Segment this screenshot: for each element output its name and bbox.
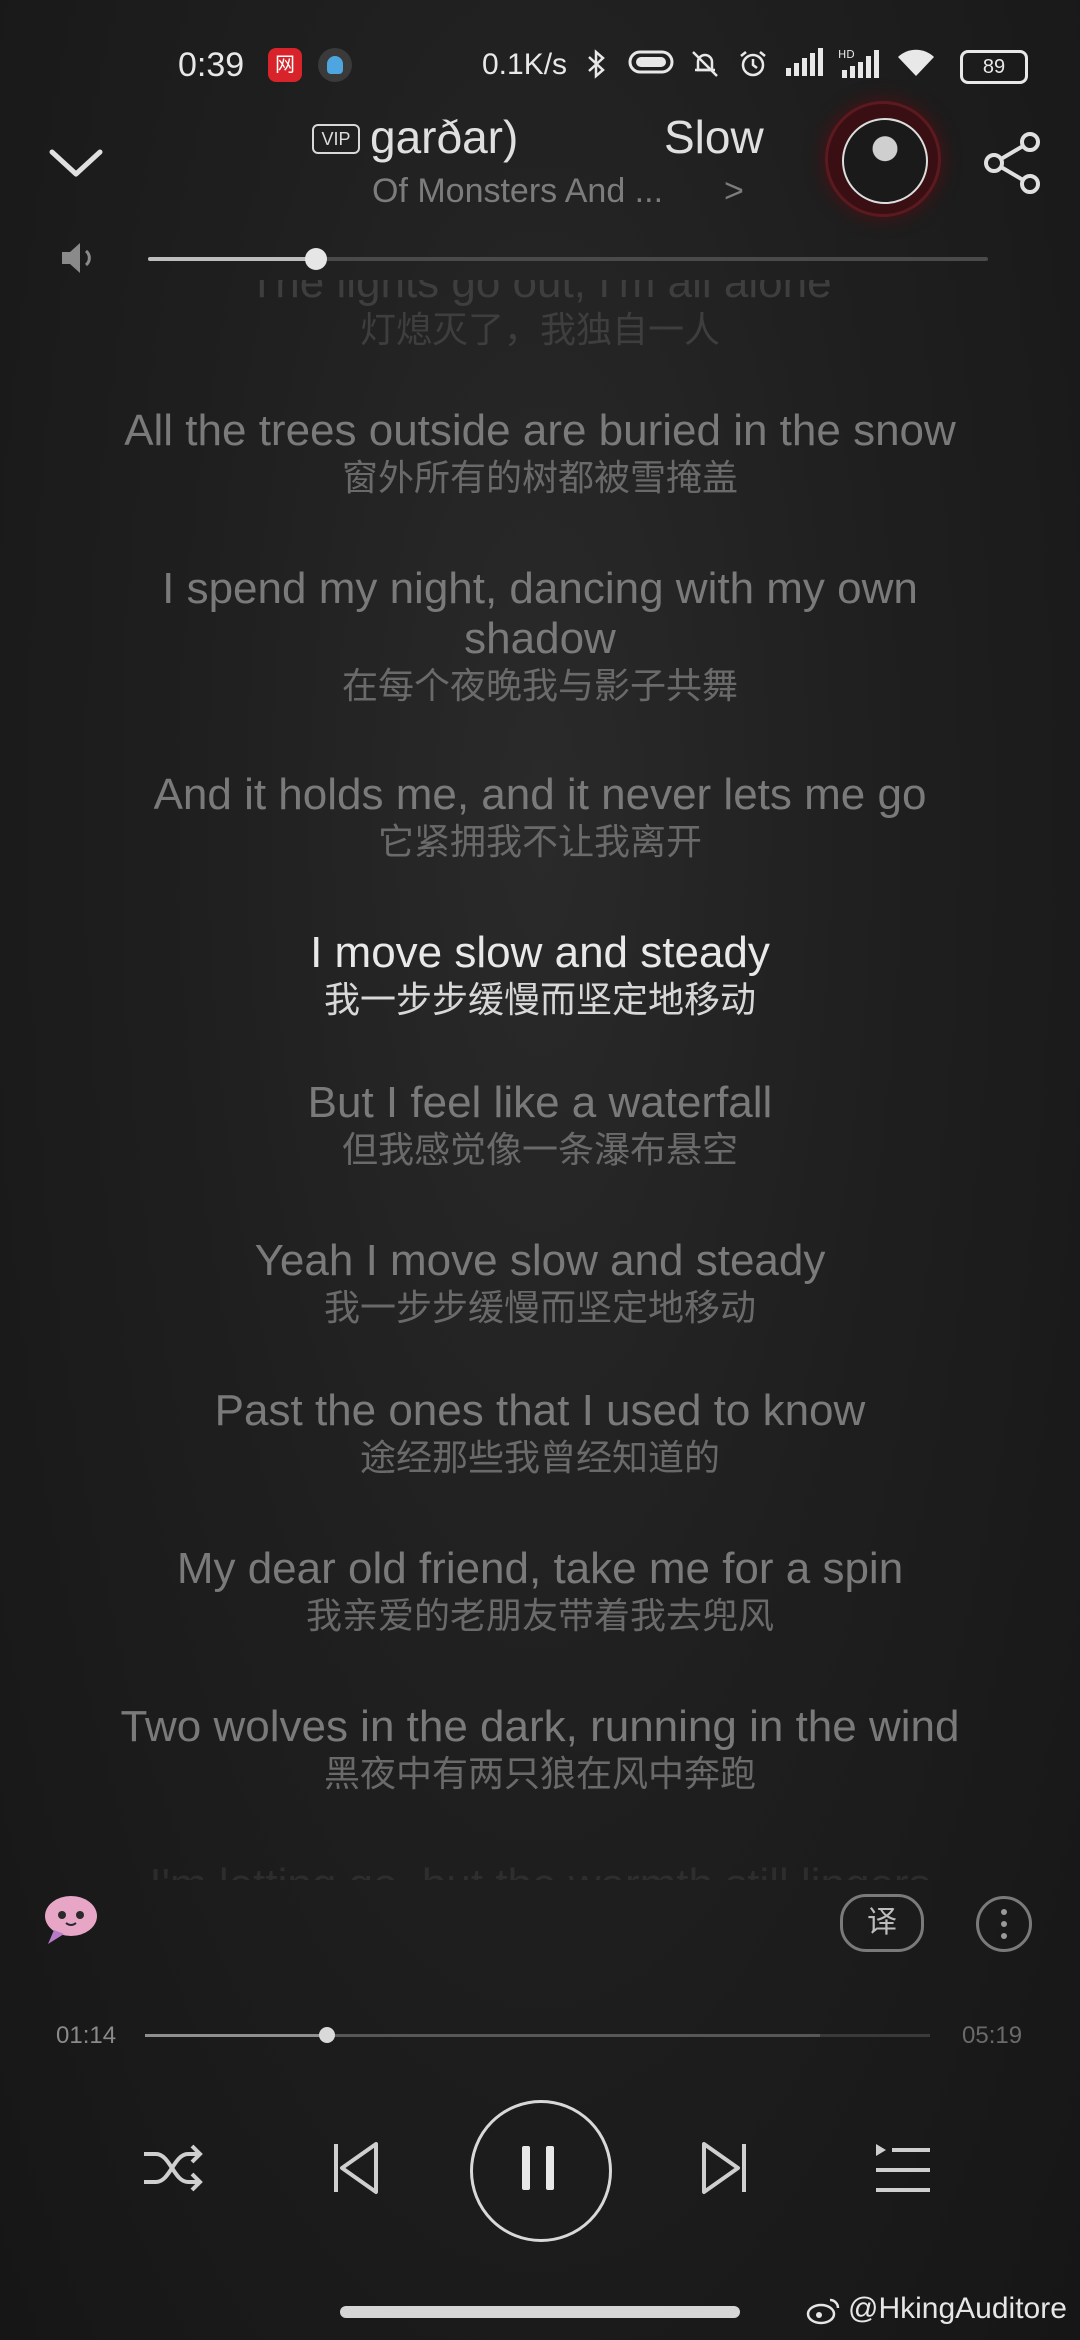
lyric-line[interactable]: Yeah I move slow and steady 我一步步缓慢而坚定地移动 [0, 1236, 1080, 1330]
vip-badge: VIP [312, 124, 360, 154]
lyric-zh: 在每个夜晚我与影子共舞 [341, 665, 738, 706]
home-indicator[interactable] [340, 2306, 740, 2318]
lyric-line[interactable]: I spend my night, dancing with my own sh… [0, 564, 1080, 708]
lyric-line[interactable]: My dear old friend, take me for a spin 我… [0, 1544, 1080, 1638]
status-icons: HD [580, 48, 936, 82]
player-screen: 0:39 网 0.1K/s HD 89 VIP garðar) Slow Of … [0, 0, 1080, 2340]
player-header: VIP garðar) Slow Of Monsters And ... > [0, 100, 1080, 220]
wifi-icon [896, 48, 936, 82]
signal-hd-icon: HD [838, 48, 882, 82]
lyric-en: Past the ones that I used to know [214, 1386, 866, 1435]
progress-slider[interactable] [145, 2027, 930, 2043]
more-dot-icon [1001, 1933, 1007, 1939]
lyric-en: My dear old friend, take me for a spin [176, 1544, 904, 1593]
watermark-text: @HkingAuditore [848, 2292, 1067, 2325]
lyric-zh: 黑夜中有两只狼在风中奔跑 [323, 1753, 756, 1794]
chevron-right-icon: > [724, 172, 744, 210]
lyric-en: All the trees outside are buried in the … [124, 406, 956, 455]
playback-progress: 01:14 05:19 [0, 2010, 1080, 2060]
collapse-button[interactable] [40, 126, 112, 198]
lyric-en: I'm letting go, but the warmth still lin… [0, 1860, 1080, 1880]
pause-icon [522, 2146, 554, 2190]
lyric-line[interactable]: But I feel like a waterfall 但我感觉像一条瀑布悬空 [0, 1078, 1080, 1172]
mascot-icon[interactable] [40, 1890, 102, 1948]
artist-avatar-button[interactable] [828, 104, 938, 214]
playlist-button[interactable] [872, 2142, 934, 2196]
shuffle-icon [144, 2144, 203, 2192]
silent-bell-icon [688, 48, 722, 82]
lyric-line[interactable]: And it holds me, and it never lets me go… [0, 770, 1080, 864]
next-button[interactable] [700, 2140, 750, 2196]
avatar [842, 118, 928, 204]
lyric-zh: 灯熄灭了，我独自一人 [359, 309, 720, 350]
lyric-line[interactable]: I'm letting go, but the warmth still lin… [0, 1860, 1080, 1880]
toggle-icon [628, 48, 674, 82]
lyric-zh: 我亲爱的老朋友带着我去兜风 [305, 1595, 774, 1636]
artist-name-link[interactable]: Of Monsters And ... [372, 172, 663, 211]
volume-knob[interactable] [305, 248, 327, 270]
speaker-icon[interactable] [58, 238, 102, 278]
bluetooth-icon [580, 48, 614, 82]
volume-slider[interactable] [148, 248, 988, 270]
netease-app-icon: 网 [268, 48, 302, 82]
progress-knob[interactable] [319, 2027, 336, 2043]
status-time: 0:39 [178, 46, 245, 84]
progress-fill [145, 2034, 328, 2037]
translate-button[interactable]: 译 [840, 1894, 924, 1952]
lyric-en: Two wolves in the dark, running in the w… [120, 1702, 960, 1751]
lyric-en: I spend my night, dancing with my own [162, 564, 918, 613]
more-dot-icon [1001, 1909, 1007, 1915]
skip-next-icon [702, 2142, 746, 2194]
lyric-zh: 但我感觉像一条瀑布悬空 [341, 1129, 738, 1170]
status-bar: 0:39 网 0.1K/s HD 89 [0, 40, 1080, 100]
lyric-zh: 它紧拥我不让我离开 [377, 821, 702, 862]
chevron-down-icon [49, 149, 103, 177]
lyric-zh: 我一步步缓慢而坚定地移动 [323, 1287, 756, 1328]
lyric-en: I move slow and steady [310, 928, 770, 977]
more-options-button[interactable] [976, 1896, 1032, 1952]
alarm-icon [736, 48, 770, 82]
battery-indicator: 89 [960, 50, 1028, 84]
svg-text:HD: HD [838, 48, 855, 61]
previous-button[interactable] [330, 2140, 380, 2196]
more-dot-icon [1001, 1921, 1007, 1927]
lyric-en: And it holds me, and it never lets me go [153, 770, 927, 819]
lyric-zh: 途经那些我曾经知道的 [359, 1437, 720, 1478]
lyrics-panel[interactable]: The lights go out, I'm all alone 灯熄灭了，我独… [0, 280, 1080, 1880]
share-button[interactable] [980, 130, 1046, 196]
network-speed: 0.1K/s [482, 48, 568, 81]
volume-control [0, 228, 1080, 288]
current-time: 01:14 [56, 2022, 117, 2049]
share-icon [984, 132, 1040, 194]
signal-icon [784, 48, 824, 82]
lyric-line[interactable]: Two wolves in the dark, running in the w… [0, 1702, 1080, 1796]
lyric-line[interactable]: Past the ones that I used to know 途经那些我曾… [0, 1386, 1080, 1480]
lyric-en: But I feel like a waterfall [307, 1078, 773, 1127]
shuffle-button[interactable] [140, 2140, 206, 2196]
playlist-icon [876, 2144, 930, 2192]
lyric-en-wrap: shadow [464, 614, 616, 663]
skip-previous-icon [334, 2142, 378, 2194]
lyric-en: The lights go out, I'm all alone [248, 280, 832, 307]
pause-button[interactable] [470, 2100, 612, 2242]
volume-fill [148, 257, 316, 261]
lyric-line[interactable]: All the trees outside are buried in the … [0, 406, 1080, 500]
lyric-line-current[interactable]: I move slow and steady 我一步步缓慢而坚定地移动 [0, 928, 1080, 1022]
weibo-icon [806, 2296, 842, 2326]
notification-app-icon [318, 48, 352, 82]
song-title-part2: Slow [664, 111, 764, 163]
lyric-zh: 窗外所有的树都被雪掩盖 [341, 457, 738, 498]
song-title-part1: garðar) [370, 111, 519, 163]
playback-controls [0, 2100, 1080, 2242]
lyric-en: Yeah I move slow and steady [254, 1236, 826, 1285]
total-time: 05:19 [962, 2022, 1023, 2049]
lyric-line[interactable]: The lights go out, I'm all alone 灯熄灭了，我独… [0, 280, 1080, 352]
lyric-zh: 我一步步缓慢而坚定地移动 [323, 979, 756, 1020]
